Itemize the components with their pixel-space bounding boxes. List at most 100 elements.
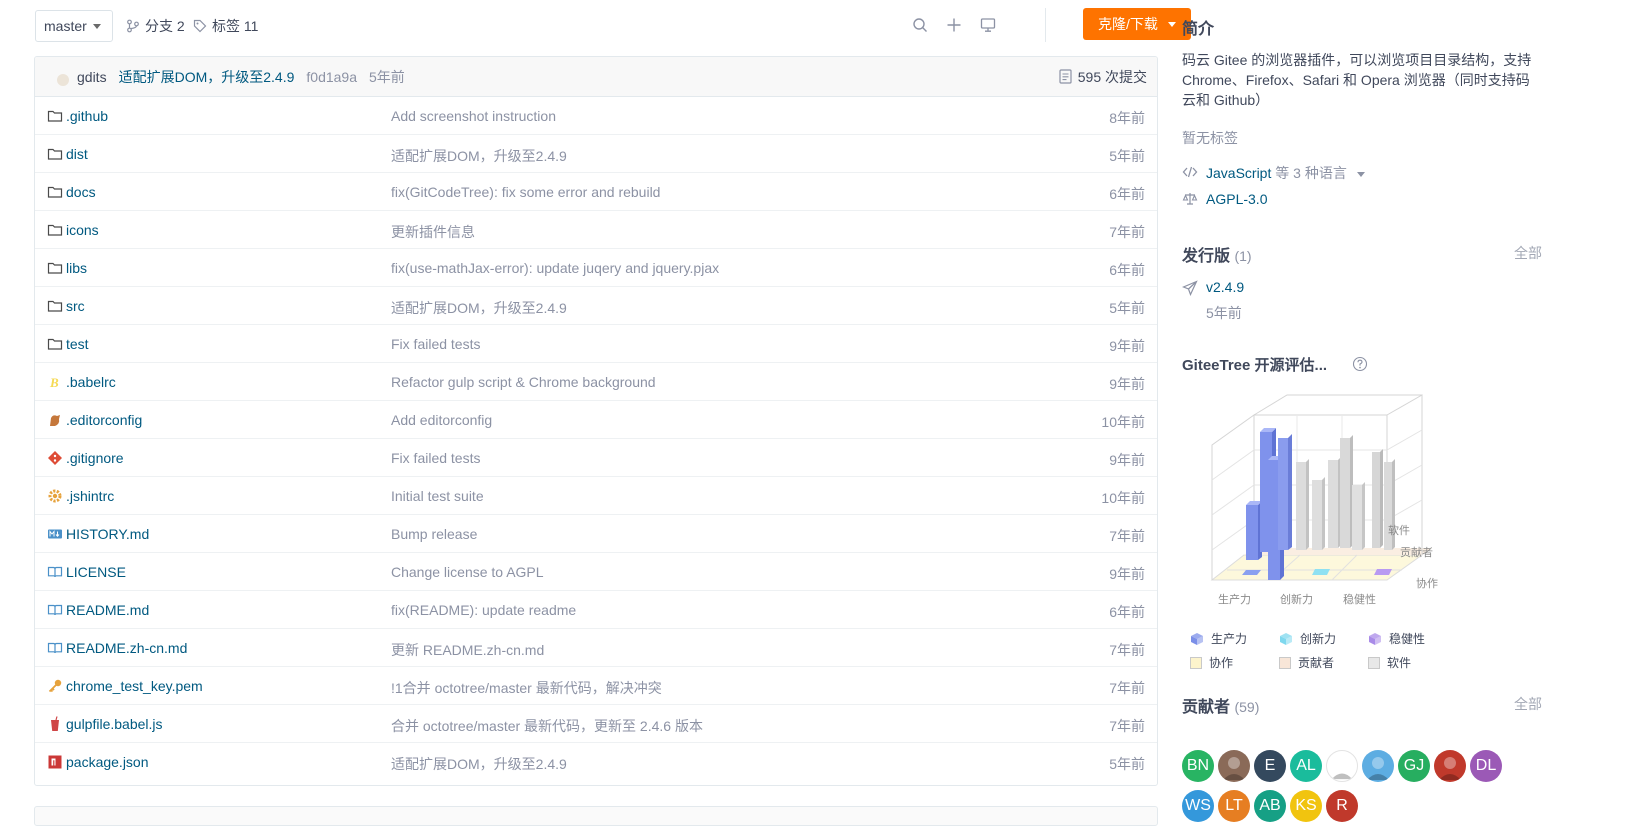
contributor-avatar[interactable]: KS bbox=[1290, 790, 1322, 822]
add-file-button[interactable] bbox=[944, 15, 964, 35]
file-commit-message[interactable]: !1合并 octotree/master 最新代码，解决冲突 bbox=[391, 678, 662, 698]
file-row[interactable]: .editorconfig Add editorconfig 10年前 bbox=[35, 401, 1157, 439]
file-row[interactable]: test Fix failed tests 9年前 bbox=[35, 325, 1157, 363]
file-name-link[interactable]: .editorconfig bbox=[66, 412, 142, 428]
file-commit-message[interactable]: 合并 octotree/master 最新代码，更新至 2.4.6 版本 bbox=[391, 716, 703, 736]
file-commit-message[interactable]: 适配扩展DOM，升级至2.4.9 bbox=[391, 298, 567, 318]
file-name-link[interactable]: gulpfile.babel.js bbox=[66, 716, 163, 732]
contributor-avatar[interactable]: E bbox=[1254, 750, 1286, 782]
file-row[interactable]: .github Add screenshot instruction 8年前 bbox=[35, 97, 1157, 135]
contributor-avatar[interactable] bbox=[1326, 750, 1358, 782]
file-commit-message[interactable]: 更新插件信息 bbox=[391, 222, 475, 242]
avatar-initials: LT bbox=[1225, 797, 1243, 814]
clone-download-button[interactable]: 克隆/下载 bbox=[1083, 8, 1191, 40]
file-row[interactable]: dist 适配扩展DOM，升级至2.4.9 5年前 bbox=[35, 135, 1157, 173]
contributor-avatar[interactable]: R bbox=[1326, 790, 1358, 822]
file-commit-message[interactable]: Add editorconfig bbox=[391, 412, 492, 428]
file-name-link[interactable]: src bbox=[66, 298, 85, 314]
file-row[interactable]: src 适配扩展DOM，升级至2.4.9 5年前 bbox=[35, 287, 1157, 325]
file-commit-message[interactable]: Initial test suite bbox=[391, 488, 484, 504]
commit-message[interactable]: 适配扩展DOM，升级至2.4.9 bbox=[119, 67, 295, 87]
file-row[interactable]: B .babelrc Refactor gulp script & Chrome b… bbox=[35, 363, 1157, 401]
contributor-avatar[interactable]: GJ bbox=[1398, 750, 1430, 782]
file-row[interactable]: package.json 适配扩展DOM，升级至2.4.9 5年前 bbox=[35, 743, 1157, 781]
contributor-avatar[interactable]: LT bbox=[1218, 790, 1250, 822]
file-commit-message[interactable]: Bump release bbox=[391, 526, 477, 542]
release-version-link[interactable]: v2.4.9 bbox=[1206, 279, 1244, 295]
file-commit-message[interactable]: Fix failed tests bbox=[391, 336, 480, 352]
releases-all-link[interactable]: 全部 bbox=[1514, 243, 1542, 263]
file-commit-message[interactable]: 更新 README.zh-cn.md bbox=[391, 640, 544, 660]
legend-item[interactable]: 生产力 bbox=[1190, 630, 1247, 647]
branches-link[interactable]: 分支 2 bbox=[126, 16, 185, 36]
contributor-avatar[interactable]: AB bbox=[1254, 790, 1286, 822]
language-link[interactable]: JavaScript 等 3 种语言 bbox=[1206, 163, 1365, 183]
file-row[interactable]: README.md fix(README): update readme 6年前 bbox=[35, 591, 1157, 629]
law-scale-icon bbox=[1182, 193, 1198, 205]
file-row[interactable]: HISTORY.md Bump release 7年前 bbox=[35, 515, 1157, 553]
file-commit-message[interactable]: Change license to AGPL bbox=[391, 564, 544, 580]
file-name-link[interactable]: package.json bbox=[66, 754, 149, 770]
file-name-link[interactable]: .github bbox=[66, 108, 108, 124]
license-link[interactable]: AGPL-3.0 bbox=[1206, 191, 1267, 207]
contributor-avatar[interactable] bbox=[1218, 750, 1250, 782]
contributor-avatar[interactable]: AL bbox=[1290, 750, 1322, 782]
file-name-link[interactable]: chrome_test_key.pem bbox=[66, 678, 203, 694]
tags-link[interactable]: 标签 11 bbox=[193, 16, 258, 36]
legend-item[interactable]: 贡献者 bbox=[1279, 654, 1334, 671]
file-name-link[interactable]: docs bbox=[66, 184, 96, 200]
file-name-link[interactable]: README.md bbox=[66, 602, 149, 618]
legend-item[interactable]: 稳健性 bbox=[1368, 630, 1425, 647]
file-name-link[interactable]: .gitignore bbox=[66, 450, 124, 466]
file-name-link[interactable]: LICENSE bbox=[66, 564, 126, 580]
legend-label: 协作 bbox=[1209, 656, 1234, 670]
legend-item[interactable]: 协作 bbox=[1190, 654, 1233, 671]
avatar-initials: AB bbox=[1259, 797, 1281, 814]
file-commit-time: 7年前 bbox=[1109, 528, 1145, 544]
contributor-avatar[interactable] bbox=[1434, 750, 1466, 782]
file-row[interactable]: .jshintrc Initial test suite 10年前 bbox=[35, 477, 1157, 515]
legend-label: 创新力 bbox=[1300, 632, 1337, 646]
svg-text:B: B bbox=[49, 375, 59, 390]
contributors-all-link[interactable]: 全部 bbox=[1514, 694, 1542, 714]
file-commit-message[interactable]: Fix failed tests bbox=[391, 450, 480, 466]
file-name-link[interactable]: README.zh-cn.md bbox=[66, 640, 187, 656]
file-name-link[interactable]: libs bbox=[66, 260, 87, 276]
file-commit-message[interactable]: Add screenshot instruction bbox=[391, 108, 556, 124]
file-row[interactable]: README.zh-cn.md 更新 README.zh-cn.md 7年前 bbox=[35, 629, 1157, 667]
commit-sha[interactable]: f0d1a9a bbox=[306, 69, 357, 85]
file-row[interactable]: LICENSE Change license to AGPL 9年前 bbox=[35, 553, 1157, 591]
file-commit-message[interactable]: 适配扩展DOM，升级至2.4.9 bbox=[391, 146, 567, 166]
file-name-link[interactable]: dist bbox=[66, 146, 88, 162]
contributor-avatar[interactable]: WS bbox=[1182, 790, 1214, 822]
search-button[interactable] bbox=[910, 15, 930, 35]
contributor-avatar[interactable] bbox=[1362, 750, 1394, 782]
file-row[interactable]: gulpfile.babel.js 合并 octotree/master 最新代码… bbox=[35, 705, 1157, 743]
file-commit-message[interactable]: fix(use-mathJax-error): update juqery an… bbox=[391, 260, 719, 276]
file-name-link[interactable]: test bbox=[66, 336, 89, 352]
file-commit-message[interactable]: fix(GitCodeTree): fix some error and reb… bbox=[391, 184, 660, 200]
commit-author[interactable]: gdits bbox=[77, 69, 107, 85]
file-commit-message[interactable]: fix(README): update readme bbox=[391, 602, 576, 618]
file-row[interactable]: chrome_test_key.pem !1合并 octotree/master … bbox=[35, 667, 1157, 705]
legend-item[interactable]: 软件 bbox=[1368, 654, 1411, 671]
author-avatar[interactable] bbox=[57, 73, 69, 86]
contributor-avatar[interactable]: BN bbox=[1182, 750, 1214, 782]
file-name-link[interactable]: .jshintrc bbox=[66, 488, 114, 504]
help-icon[interactable] bbox=[1352, 356, 1368, 372]
file-row[interactable]: libs fix(use-mathJax-error): update juqer… bbox=[35, 249, 1157, 287]
commit-count-link[interactable]: 595 次提交 bbox=[1059, 67, 1147, 87]
file-row[interactable]: icons 更新插件信息 7年前 bbox=[35, 211, 1157, 249]
file-commit-message[interactable]: 适配扩展DOM，升级至2.4.9 bbox=[391, 754, 567, 774]
legend-item[interactable]: 创新力 bbox=[1279, 630, 1336, 647]
web-ide-button[interactable] bbox=[978, 15, 998, 35]
file-commit-message[interactable]: Refactor gulp script & Chrome background bbox=[391, 374, 656, 390]
avatar-image bbox=[1439, 757, 1461, 780]
file-name-link[interactable]: .babelrc bbox=[66, 374, 116, 390]
file-row[interactable]: .gitignore Fix failed tests 9年前 bbox=[35, 439, 1157, 477]
file-name-link[interactable]: icons bbox=[66, 222, 99, 238]
contributor-avatar[interactable]: DL bbox=[1470, 750, 1502, 782]
branch-select[interactable]: master bbox=[35, 10, 113, 42]
file-name-link[interactable]: HISTORY.md bbox=[66, 526, 149, 542]
file-row[interactable]: docs fix(GitCodeTree): fix some error and… bbox=[35, 173, 1157, 211]
